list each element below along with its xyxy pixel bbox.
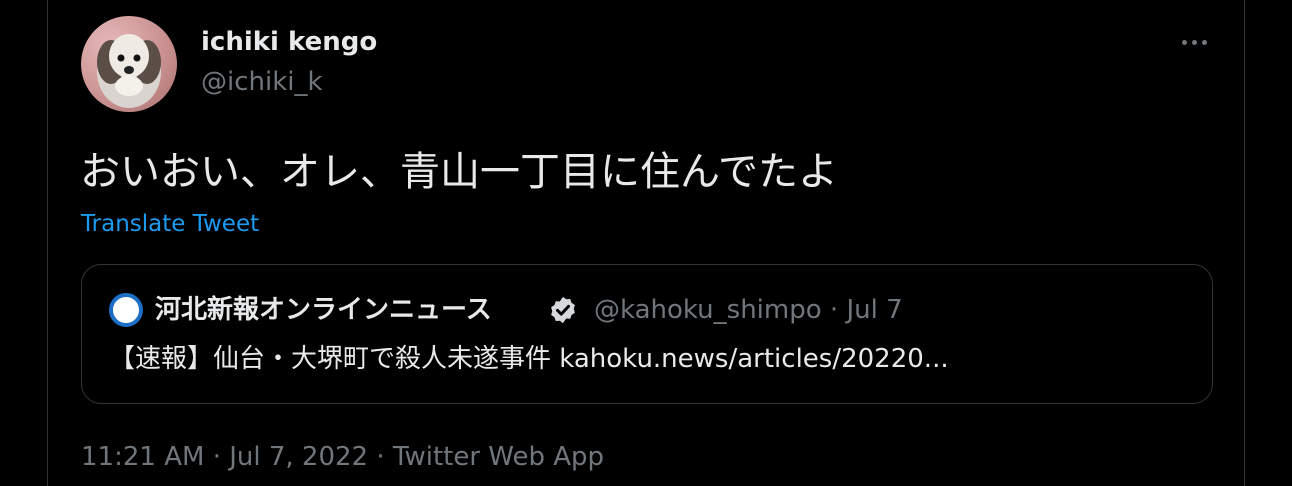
more-dot bbox=[1181, 39, 1187, 45]
author-handle[interactable]: @ichiki_k bbox=[201, 66, 323, 98]
tweet-meta: 11:21 AM · Jul 7, 2022 · Twitter Web App bbox=[81, 441, 604, 473]
tweet-date[interactable]: Jul 7, 2022 bbox=[229, 442, 368, 472]
quoted-handle: @kahoku_shimpo bbox=[594, 295, 822, 325]
meta-separator: · bbox=[376, 442, 385, 472]
more-dot bbox=[1201, 39, 1207, 45]
author-avatar[interactable] bbox=[81, 16, 177, 112]
verified-badge-icon bbox=[551, 296, 575, 324]
tweet-source[interactable]: Twitter Web App bbox=[393, 442, 604, 472]
quoted-separator: · bbox=[829, 295, 839, 325]
tweet-text: おいおい、オレ、青山一丁目に住んでたよ bbox=[80, 149, 838, 195]
quoted-author-name: 河北新報オンラインニュース bbox=[155, 295, 492, 325]
quoted-meta: @kahoku_shimpo · Jul 7 bbox=[594, 293, 903, 327]
quoted-tweet-card[interactable]: 河北新報オンラインニュース @kahoku_shimpo · Jul 7 【速報… bbox=[81, 264, 1213, 404]
tweet-time[interactable]: 11:21 AM bbox=[81, 442, 204, 472]
more-options-button[interactable] bbox=[1172, 26, 1216, 58]
quoted-author-avatar bbox=[109, 293, 143, 327]
meta-separator: · bbox=[212, 442, 221, 472]
author-display-name[interactable]: ichiki kengo bbox=[201, 26, 377, 58]
dog-avatar-icon bbox=[97, 34, 161, 108]
quoted-tweet-text: 【速報】仙台・大堺町で殺人未遂事件 kahoku.news/articles/2… bbox=[109, 344, 949, 374]
translate-tweet-link[interactable]: Translate Tweet bbox=[81, 208, 259, 240]
quoted-date: Jul 7 bbox=[846, 295, 903, 325]
more-dot bbox=[1191, 39, 1197, 45]
